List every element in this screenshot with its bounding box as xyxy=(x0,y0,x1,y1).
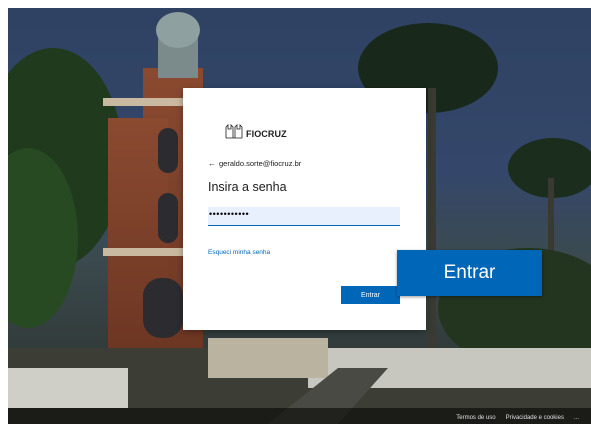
sign-in-callout-button[interactable]: Entrar xyxy=(397,250,542,296)
account-email-row[interactable]: ← geraldo.sorte@fiocruz.br xyxy=(208,159,301,168)
page-title: Insira a senha xyxy=(208,180,287,194)
fiocruz-logo-icon xyxy=(225,124,243,139)
login-card: FIOCRUZ ← geraldo.sorte@fiocruz.br Insir… xyxy=(183,88,426,330)
brand-name: FIOCRUZ xyxy=(246,129,287,139)
brand-logo: FIOCRUZ xyxy=(225,123,287,139)
privacy-link[interactable]: Privacidade e cookies xyxy=(506,415,564,421)
account-email: geraldo.sorte@fiocruz.br xyxy=(219,159,302,168)
footer-bar: Termos de uso Privacidade e cookies ... xyxy=(8,408,591,424)
background-photo: FIOCRUZ ← geraldo.sorte@fiocruz.br Insir… xyxy=(8,8,591,424)
sign-in-button[interactable]: Entrar xyxy=(341,286,400,304)
more-options-link[interactable]: ... xyxy=(574,415,579,421)
back-arrow-icon[interactable]: ← xyxy=(208,159,216,168)
forgot-password-link[interactable]: Esqueci minha senha xyxy=(208,249,270,256)
terms-link[interactable]: Termos de uso xyxy=(456,415,495,421)
password-field[interactable]: ••••••••••• xyxy=(208,207,400,226)
